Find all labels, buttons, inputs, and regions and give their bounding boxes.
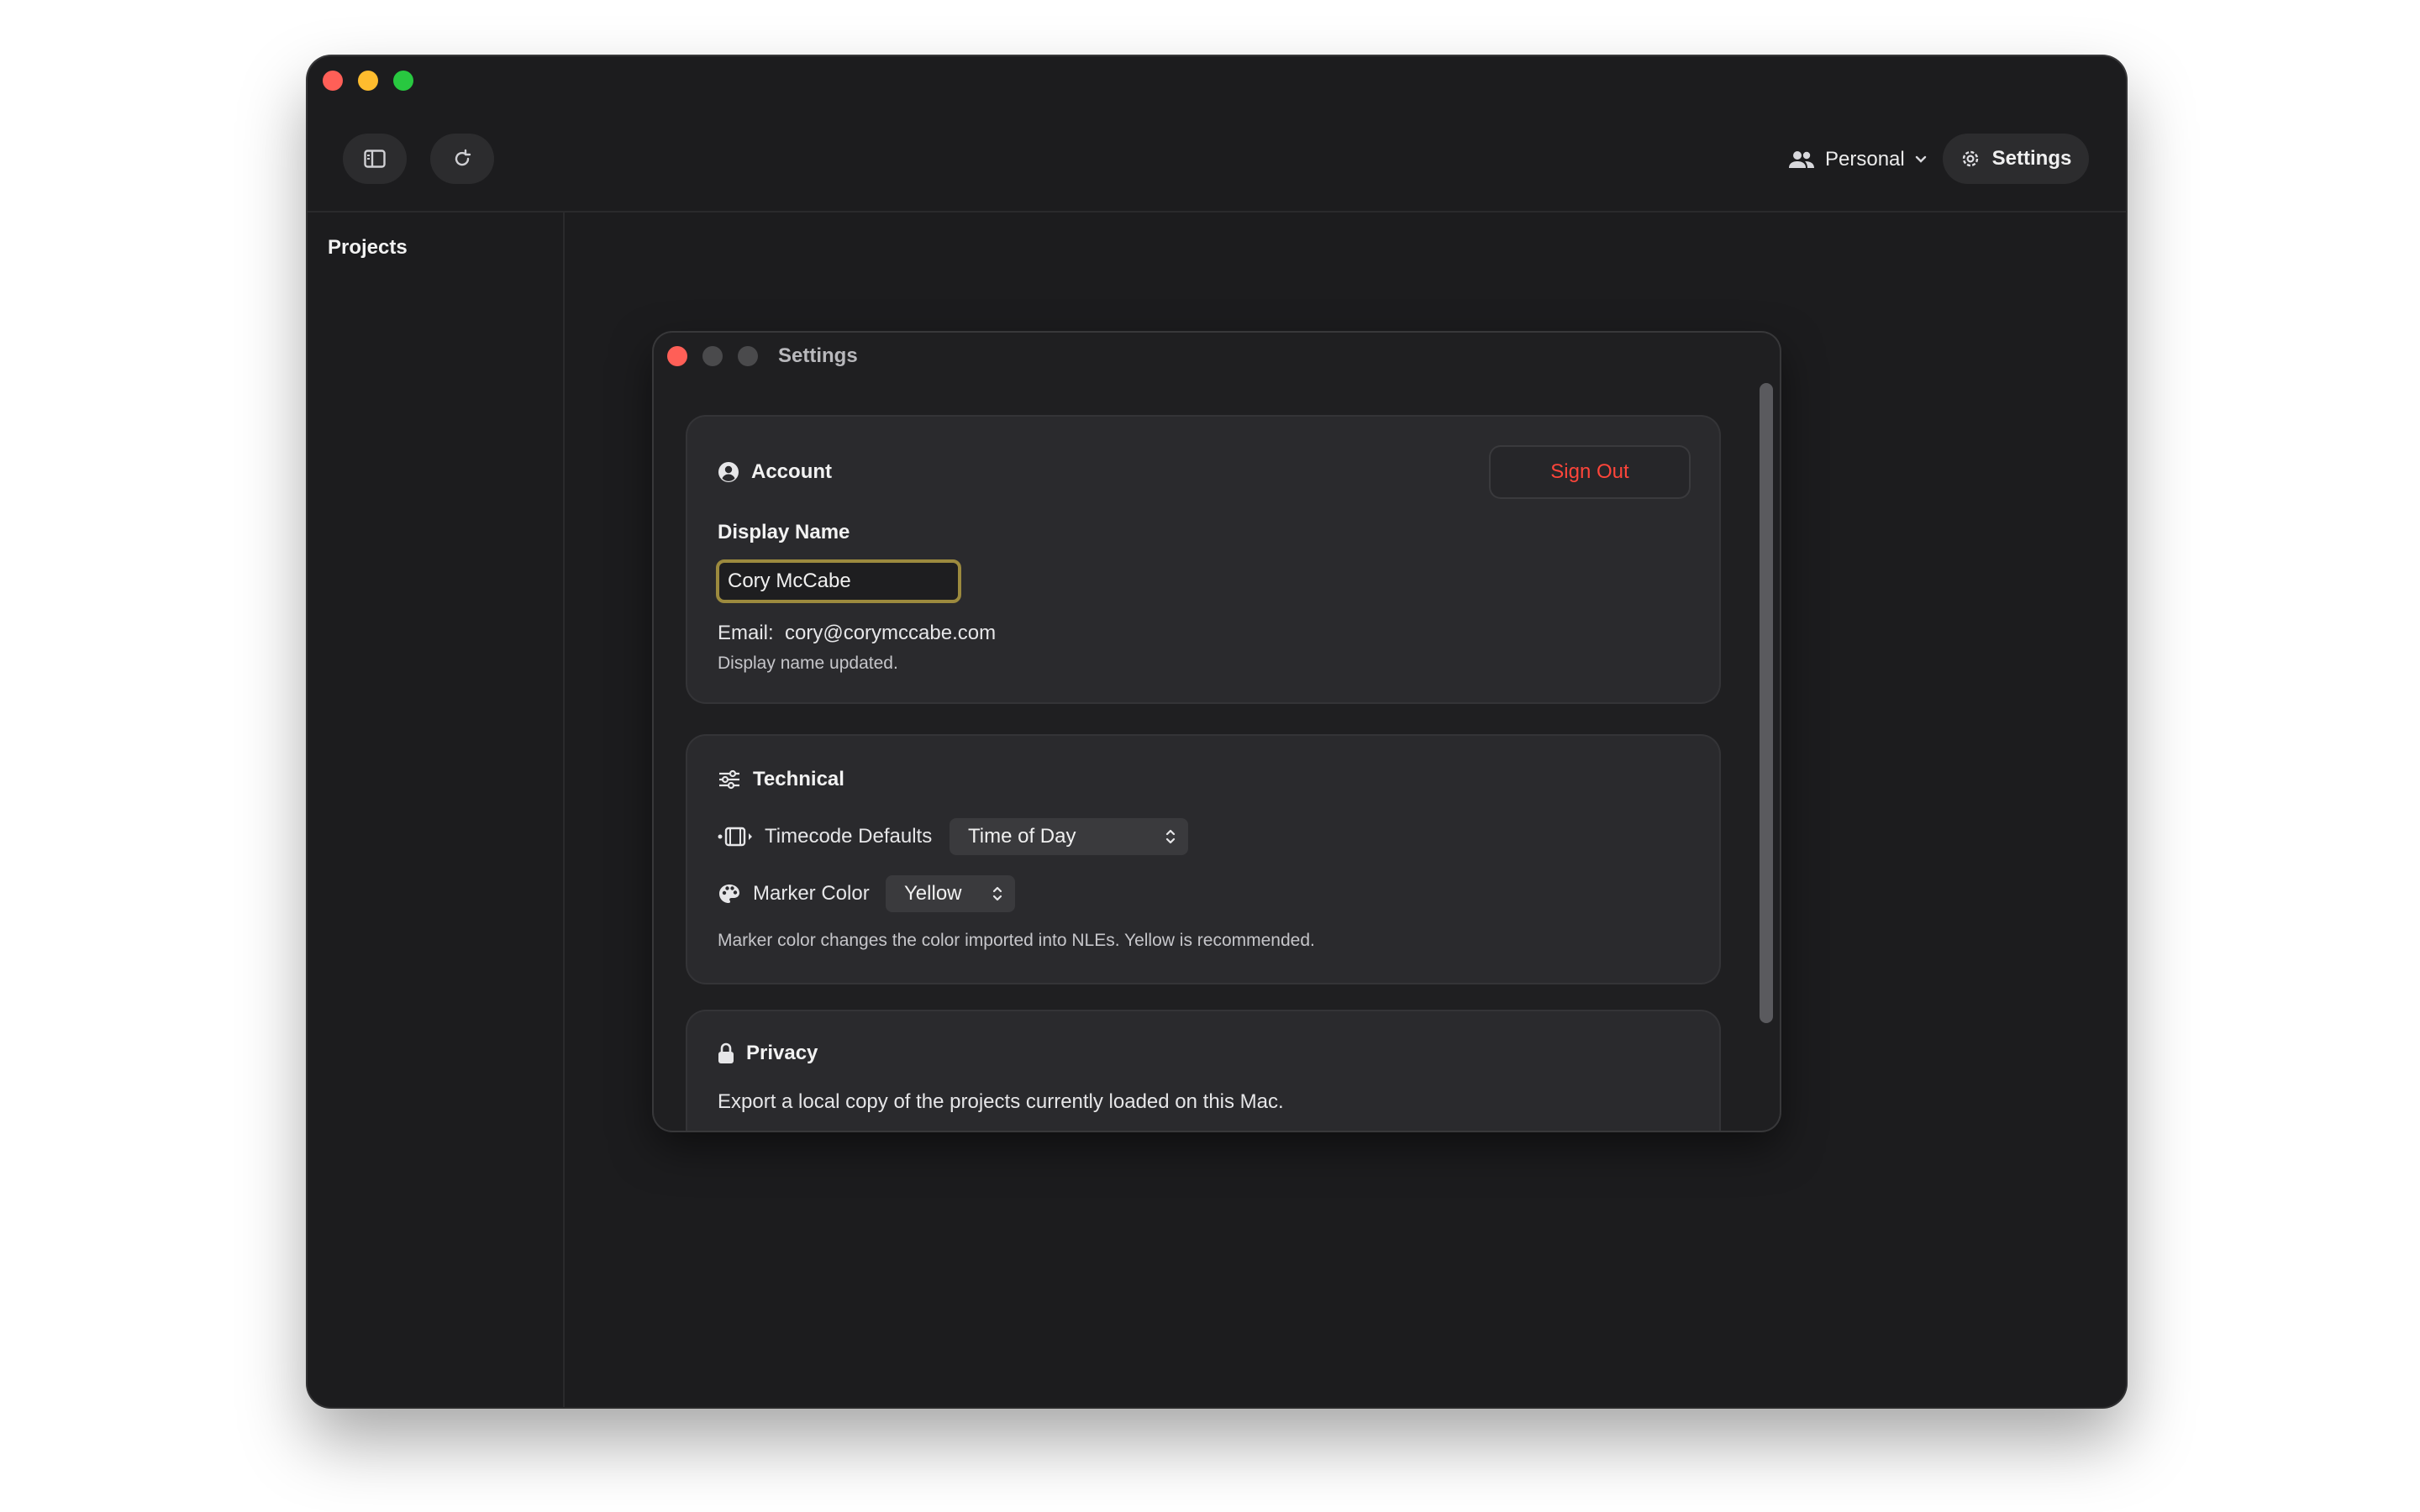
settings-button-label: Settings [1991, 147, 2072, 170]
toolbar-divider [308, 211, 2126, 213]
lock-icon [718, 1042, 734, 1063]
status-message: Display name updated. [718, 654, 898, 673]
close-window-button[interactable] [323, 71, 343, 91]
technical-heading-label: Technical [753, 768, 844, 790]
chevron-down-icon [1915, 155, 1926, 163]
timecode-icon [718, 827, 752, 847]
account-switcher-label: Personal [1825, 148, 1905, 171]
sidebar-title: Projects [328, 236, 408, 259]
sidebar: Projects [308, 213, 565, 1407]
technical-heading: Technical [718, 768, 844, 791]
account-card: Account Sign Out Display Name Email: cor… [687, 417, 1719, 702]
technical-card: Technical Timecode Defaults Time of Day [687, 736, 1719, 983]
privacy-heading-label: Privacy [746, 1042, 818, 1064]
minimize-window-button[interactable] [358, 71, 378, 91]
marker-color-help: Marker color changes the color imported … [718, 931, 1315, 950]
scrollbar[interactable] [1758, 383, 1775, 1122]
scrollbar-thumb[interactable] [1760, 383, 1773, 1023]
email-label: Email: [718, 622, 774, 644]
timecode-row: Timecode Defaults [718, 818, 932, 855]
account-heading: Account [718, 460, 832, 484]
account-heading-label: Account [751, 460, 832, 483]
marker-color-select[interactable]: Yellow [886, 875, 1015, 912]
timecode-label: Timecode Defaults [765, 825, 933, 848]
marker-color-select-value: Yellow [904, 882, 962, 905]
close-dialog-button[interactable] [667, 346, 687, 366]
people-icon [1789, 151, 1814, 168]
toggle-sidebar-button[interactable] [343, 134, 407, 184]
privacy-card: Privacy Export a local copy of the proje… [687, 1011, 1719, 1131]
timecode-select-value: Time of Day [968, 825, 1076, 848]
settings-button[interactable]: Settings [1943, 134, 2089, 184]
marker-color-label: Marker Color [753, 882, 870, 905]
up-down-chevron-icon [1165, 829, 1176, 844]
account-switcher[interactable]: Personal [1788, 137, 1927, 182]
gear-icon [1962, 150, 1978, 167]
person-circle-icon [718, 462, 739, 482]
privacy-description: Export a local copy of the projects curr… [718, 1090, 1284, 1113]
sidebar-icon [364, 150, 386, 168]
privacy-heading: Privacy [718, 1042, 818, 1065]
sliders-icon [719, 769, 739, 790]
up-down-chevron-icon [992, 886, 1002, 901]
settings-dialog: Settings Account Sign Out Display Name E… [654, 333, 1780, 1131]
dialog-window-controls [667, 346, 758, 366]
zoom-dialog-button[interactable] [738, 346, 758, 366]
refresh-icon [455, 149, 471, 166]
display-name-label: Display Name [718, 521, 850, 543]
email-value: cory@corymccabe.com [785, 622, 997, 644]
dialog-title: Settings [778, 344, 858, 367]
palette-icon [719, 885, 739, 903]
window-controls [323, 71, 413, 91]
sign-out-button[interactable]: Sign Out [1491, 447, 1689, 497]
refresh-button[interactable] [430, 134, 494, 184]
zoom-window-button[interactable] [393, 71, 413, 91]
display-name-input[interactable] [716, 559, 961, 603]
timecode-select[interactable]: Time of Day [950, 818, 1188, 855]
marker-color-row: Marker Color [718, 875, 870, 912]
minimize-dialog-button[interactable] [702, 346, 723, 366]
